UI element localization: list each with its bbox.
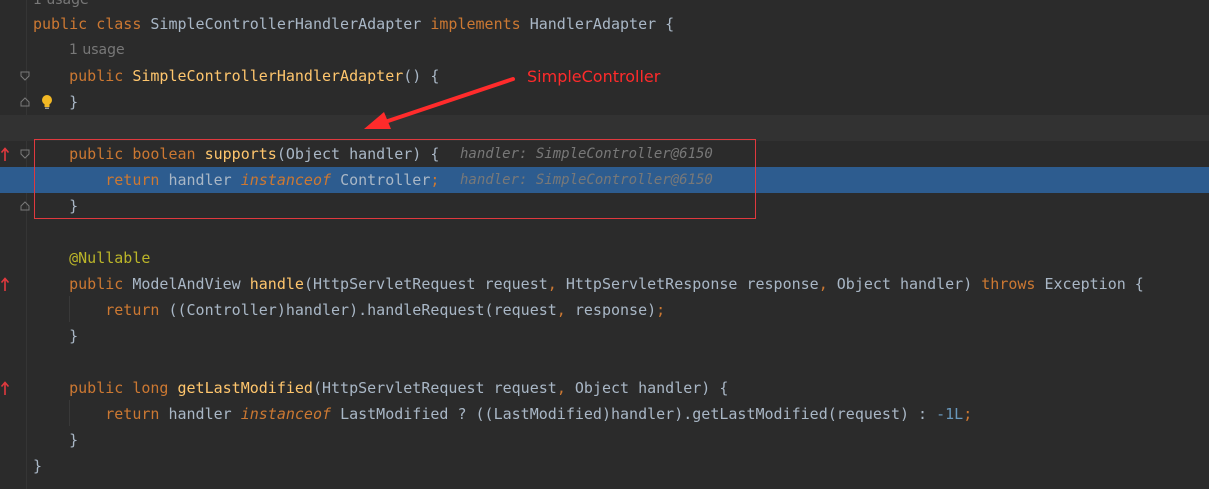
code-token: return — [33, 301, 169, 319]
code-token: supports — [204, 145, 277, 163]
code-line-nullable[interactable]: @Nullable — [0, 245, 1209, 271]
code-token: instanceof — [240, 405, 341, 423]
code-text: return handler instanceof LastModified ?… — [33, 401, 972, 427]
code-line-return-selected[interactable]: return handler instanceof Controller; ha… — [0, 167, 1209, 193]
code-token: public — [33, 275, 133, 293]
code-line-class-close[interactable]: } — [0, 453, 1209, 479]
code-token: handler — [168, 171, 241, 189]
code-token: ; — [656, 301, 666, 319]
callout-label: SimpleController — [527, 67, 661, 86]
code-token: } — [33, 431, 79, 449]
code-line-handle-close[interactable]: } — [0, 323, 1209, 349]
code-token: , — [818, 275, 837, 293]
code-token: throws — [981, 275, 1045, 293]
usage-hint-constructor[interactable]: 1 usage — [69, 37, 125, 63]
code-token: } — [33, 197, 79, 215]
code-token: public long — [33, 379, 178, 397]
code-line-lastmodified[interactable]: public long getLastModified(HttpServletR… — [0, 375, 1209, 401]
code-token: public boolean — [33, 145, 205, 163]
code-text: } — [33, 89, 78, 115]
fold-open-icon[interactable] — [20, 71, 30, 81]
code-token: ((Controller)handler).handleRequest(requ… — [168, 301, 557, 319]
code-token: Object handler) — [836, 275, 982, 293]
code-token: (HttpServletRequest request — [303, 275, 548, 293]
code-text: } — [33, 453, 42, 479]
code-token: , — [556, 301, 575, 319]
code-text: } — [33, 193, 78, 219]
code-token: Exception { — [1044, 275, 1144, 293]
code-token: implements — [430, 15, 530, 33]
code-text: public class SimpleControllerHandlerAdap… — [33, 11, 674, 37]
override-arrow-icon[interactable] — [0, 380, 10, 396]
code-token: ; — [963, 405, 973, 423]
code-token: @Nullable — [33, 249, 151, 267]
code-line-usage[interactable]: 1 usage — [0, 37, 1209, 63]
code-token: return — [33, 405, 169, 423]
inlay-hint-text: handler: SimpleController@6150 — [460, 172, 713, 188]
code-line-4[interactable]: } — [0, 89, 1209, 115]
code-line-close-supports[interactable]: } — [0, 193, 1209, 219]
code-token: Controller — [340, 171, 431, 189]
code-token: response) — [574, 301, 657, 319]
code-token: handle — [249, 275, 304, 293]
code-line-5[interactable] — [0, 115, 1209, 141]
code-text: @Nullable — [33, 245, 150, 271]
code-token: return — [33, 171, 169, 189]
code-token: ModelAndView — [132, 275, 250, 293]
override-arrow-icon[interactable] — [0, 276, 10, 292]
code-token: } — [33, 327, 79, 345]
code-token: SimpleControllerHandlerAdapter — [150, 15, 431, 33]
code-text: return handler instanceof Controller; — [33, 167, 439, 193]
inlay-hint-supports: handler: SimpleController@6150 — [460, 141, 713, 167]
code-text: return ((Controller)handler).handleReque… — [33, 297, 665, 323]
code-text: public long getLastModified(HttpServletR… — [33, 375, 728, 401]
code-token: () { — [403, 67, 440, 85]
code-text: } — [33, 427, 78, 453]
code-editor[interactable]: 1 usage public class SimpleControllerHan… — [0, 0, 1209, 489]
code-token: } — [33, 93, 79, 111]
code-line-handle[interactable]: public ModelAndView handle(HttpServletRe… — [0, 271, 1209, 297]
fold-close-icon[interactable] — [20, 201, 30, 211]
code-token: , — [556, 379, 575, 397]
code-line-supports[interactable]: public boolean supports(Object handler) … — [0, 141, 1209, 167]
code-token: } — [33, 457, 43, 475]
code-token: LastModified ? ((LastModified)handler).g… — [340, 405, 937, 423]
code-token: HttpServletResponse response — [565, 275, 819, 293]
code-line-lastmodified-close[interactable]: } — [0, 427, 1209, 453]
code-token: getLastModified — [177, 379, 313, 397]
code-text: public ModelAndView handle(HttpServletRe… — [33, 271, 1144, 297]
code-token: ; — [430, 171, 440, 189]
code-token: public class — [33, 15, 151, 33]
code-line-1[interactable]: public class SimpleControllerHandlerAdap… — [0, 11, 1209, 37]
inlay-hint-text: handler: SimpleController@6150 — [460, 146, 713, 162]
code-text: public SimpleControllerHandlerAdapter() … — [33, 63, 439, 89]
code-token: instanceof — [240, 171, 341, 189]
code-text: } — [33, 323, 78, 349]
code-token: , — [547, 275, 566, 293]
code-token: Object handler) { — [574, 379, 729, 397]
code-line-lastmodified-return[interactable]: return handler instanceof LastModified ?… — [0, 401, 1209, 427]
code-token: handler — [168, 405, 241, 423]
code-token: (HttpServletRequest request — [312, 379, 557, 397]
code-token: SimpleControllerHandlerAdapter — [132, 67, 404, 85]
code-line-handle-return[interactable]: return ((Controller)handler).handleReque… — [0, 297, 1209, 323]
fold-close-icon[interactable] — [20, 97, 30, 107]
code-token: -1L — [936, 405, 964, 423]
code-token: HandlerAdapter { — [529, 15, 675, 33]
fold-open-icon[interactable] — [20, 149, 30, 159]
code-token: (Object handler) { — [276, 145, 440, 163]
code-text: public boolean supports(Object handler) … — [33, 141, 439, 167]
inlay-hint-return: handler: SimpleController@6150 — [460, 167, 713, 193]
override-arrow-icon[interactable] — [0, 146, 10, 162]
code-token: public — [33, 67, 133, 85]
